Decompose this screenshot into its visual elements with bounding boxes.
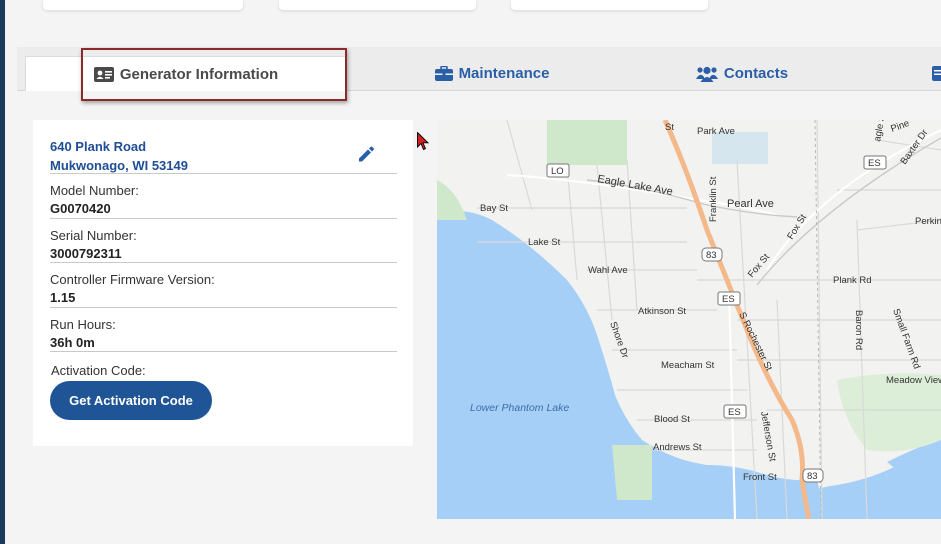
- tab-more[interactable]: [928, 56, 941, 91]
- label-small-farm-rd: Small Farm Rd: [890, 307, 922, 370]
- model-number-label: Model Number:: [50, 183, 139, 198]
- activation-code-label: Activation Code:: [51, 363, 146, 378]
- label-lake-st: Lake St: [528, 237, 561, 248]
- park-area-3: [612, 445, 652, 500]
- toolbox-icon: [434, 66, 453, 81]
- model-number-field: Model Number: G0070420: [50, 174, 397, 219]
- shield-es-2: ES: [717, 291, 741, 306]
- address-block: 640 Plank Road Mukwonago, WI 53149: [50, 120, 397, 174]
- label-plank-rd: Plank Rd: [833, 275, 872, 286]
- label-meacham-st: Meacham St: [661, 360, 715, 371]
- label-front-st: Front St: [743, 472, 777, 483]
- label-eagle-top: agle St: [872, 120, 888, 143]
- tab-highlight-box: [81, 48, 347, 101]
- users-icon: [695, 66, 718, 82]
- label-lower-phantom-lake: Lower Phantom Lake: [470, 402, 569, 414]
- firmware-version-label: Controller Firmware Version:: [50, 272, 215, 287]
- label-andrews-st: Andrews St: [653, 442, 702, 453]
- svg-text:83: 83: [807, 471, 818, 482]
- fox-st-line: [756, 137, 941, 286]
- document-icon: [932, 66, 941, 81]
- shield-es-3: ES: [723, 404, 747, 419]
- shield-lo: LO: [546, 163, 570, 178]
- summary-card-2: [279, 0, 476, 10]
- activation-section: Activation Code: Get Activation Code: [50, 352, 397, 420]
- label-shore-dr: Shore Dr: [607, 320, 630, 359]
- label-park-ave: Park Ave: [697, 126, 735, 137]
- label-meadow-view: Meadow View: [886, 375, 941, 386]
- shield-83-a: 83: [701, 247, 723, 262]
- generator-info-card: 640 Plank Road Mukwonago, WI 53149 Model…: [33, 120, 413, 446]
- label-bay-st: Bay St: [480, 203, 508, 214]
- shield-83-b: 83: [802, 468, 824, 483]
- pencil-icon[interactable]: [357, 145, 375, 163]
- address-line1: 640 Plank Road: [50, 139, 147, 154]
- park-area-2: [437, 180, 467, 220]
- location-map[interactable]: LO ES ES ES 83 83 St Park Ave Eagle Lake…: [437, 120, 941, 519]
- tab-maintenance-label: Maintenance: [458, 65, 550, 82]
- left-sidebar-edge: [0, 0, 5, 544]
- svg-text:83: 83: [706, 250, 717, 261]
- mouse-cursor-icon: [417, 132, 429, 151]
- label-blood-st: Blood St: [654, 414, 690, 425]
- address-line2: Mukwonago, WI 53149: [50, 158, 188, 173]
- label-perkins: Perkins: [915, 216, 941, 227]
- shield-es-1: ES: [863, 155, 887, 170]
- label-eagle-lake-ave: Eagle Lake Ave: [596, 173, 673, 198]
- run-hours-value: 36h 0m: [50, 334, 95, 350]
- firmware-version-value: 1.15: [50, 290, 76, 305]
- label-st-top: St: [665, 122, 674, 133]
- summary-card-3: [511, 0, 708, 10]
- label-pine: Pine: [889, 120, 911, 135]
- label-franklin-st: Franklin St: [708, 176, 719, 222]
- svg-text:ES: ES: [728, 407, 741, 418]
- label-baron-rd: Baron Rd: [853, 310, 864, 350]
- firmware-version-field: Controller Firmware Version: 1.15: [50, 263, 397, 308]
- serial-number-label: Serial Number:: [50, 227, 137, 243]
- run-hours-label: Run Hours:: [50, 316, 116, 332]
- summary-card-1: [43, 0, 243, 10]
- svg-text:LO: LO: [551, 166, 564, 177]
- label-pearl-ave: Pearl Ave: [727, 198, 774, 210]
- get-activation-code-button[interactable]: Get Activation Code: [50, 381, 212, 420]
- park-area-1: [547, 120, 627, 165]
- model-number-value: G0070420: [50, 201, 111, 216]
- label-fox-st-b: Fox St: [746, 252, 772, 280]
- serial-number-value: 3000792311: [50, 245, 122, 261]
- svg-text:ES: ES: [868, 158, 881, 169]
- tab-maintenance[interactable]: Maintenance: [417, 56, 567, 91]
- label-atkinson-st: Atkinson St: [638, 306, 686, 317]
- tab-contacts[interactable]: Contacts: [677, 56, 807, 91]
- tab-contacts-label: Contacts: [723, 65, 789, 82]
- label-jefferson-st: Jefferson St: [758, 411, 778, 463]
- svg-text:ES: ES: [722, 294, 735, 305]
- run-hours-field: Run Hours: 36h 0m: [50, 308, 397, 352]
- serial-number-field: Serial Number: 3000792311: [50, 219, 397, 263]
- label-wahl-ave: Wahl Ave: [588, 265, 628, 276]
